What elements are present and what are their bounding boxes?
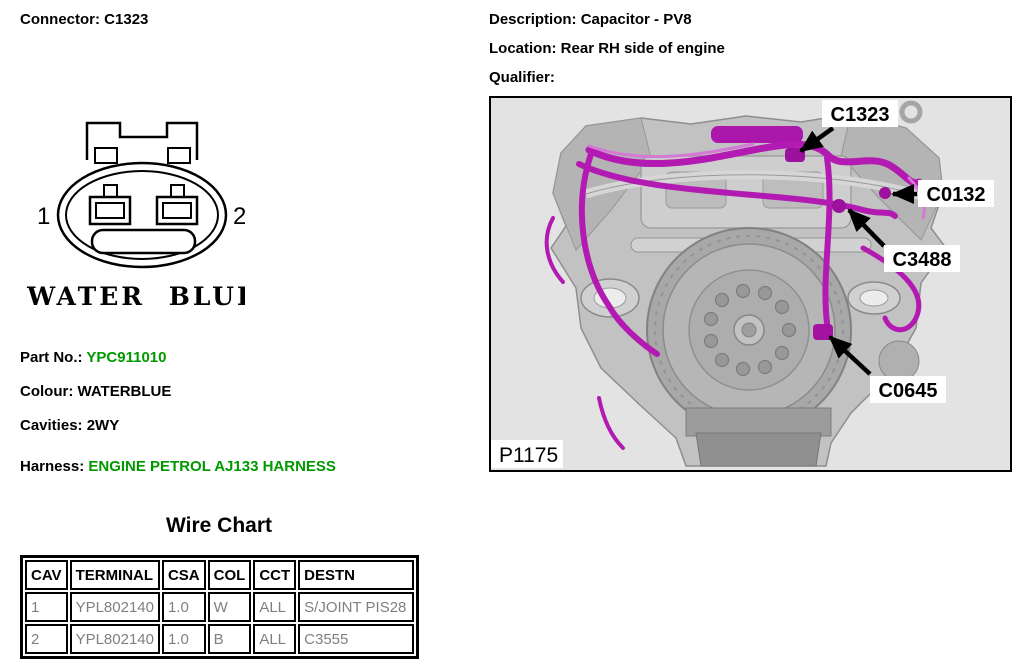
col-header-cav: CAV	[25, 560, 68, 590]
cell-cct: ALL	[253, 624, 296, 654]
cavities-label: Cavities:	[20, 417, 83, 434]
cavities-value: 2WY	[87, 417, 120, 434]
wire-chart-row-1: 1 YPL802140 1.0 W ALL S/JOINT PIS28	[25, 592, 414, 622]
cell-cav: 1	[25, 592, 68, 622]
cell-col: B	[208, 624, 252, 654]
pin-number-2: 2	[233, 203, 245, 230]
colour-label: Colour:	[20, 383, 73, 400]
cell-terminal: YPL802140	[70, 624, 160, 654]
callout-c1323-label: C1323	[831, 104, 890, 126]
col-header-cct: CCT	[253, 560, 296, 590]
connector-value: C1323	[104, 11, 148, 28]
qualifier-label: Qualifier:	[489, 69, 555, 86]
photo-id: P1175	[499, 444, 558, 467]
location-value: Rear RH side of engine	[561, 40, 725, 57]
part-no-line: Part No.: YPC911010	[20, 349, 167, 366]
colour-line: Colour: WATERBLUE	[20, 383, 171, 400]
connector-header: Connector: C1323	[20, 11, 148, 28]
harness-line: Harness: ENGINE PETROL AJ133 HARNESS	[20, 458, 336, 475]
connector-label: Connector:	[20, 11, 100, 28]
cavities-line: Cavities: 2WY	[20, 417, 119, 434]
connector-face-diagram: 1 2 WATER BLUE	[25, 100, 245, 315]
callout-c0132-label: C0132	[927, 184, 986, 206]
callout-c3488-label: C3488	[893, 249, 952, 271]
wire-chart-table: CAV TERMINAL CSA COL CCT DESTN 1 YPL8021…	[20, 555, 419, 659]
cell-terminal: YPL802140	[70, 592, 160, 622]
description-label: Description:	[489, 11, 577, 28]
engine-illustration: C1323 C0132 C3488 C0645 P1175	[491, 98, 1010, 470]
qualifier-line: Qualifier:	[489, 69, 555, 86]
wire-chart-title: Wire Chart	[20, 514, 418, 538]
pin-number-1: 1	[37, 203, 50, 230]
starter-motor	[879, 341, 919, 381]
oil-pan	[686, 408, 831, 466]
col-header-destn: DESTN	[298, 560, 414, 590]
col-header-csa: CSA	[162, 560, 206, 590]
wire-chart-header-row: CAV TERMINAL CSA COL CCT DESTN	[25, 560, 414, 590]
exhaust-flange-right	[848, 282, 900, 314]
cell-csa: 1.0	[162, 592, 206, 622]
cell-col: W	[208, 592, 252, 622]
harness-value: ENGINE PETROL AJ133 HARNESS	[88, 458, 336, 475]
cell-cav: 2	[25, 624, 68, 654]
latch-foot-right	[168, 148, 190, 163]
part-no-value: YPC911010	[86, 349, 166, 366]
housing-color-caption: WATER BLUE	[26, 282, 245, 311]
latch-foot-left	[95, 148, 117, 163]
cell-cct: ALL	[253, 592, 296, 622]
harness-label: Harness:	[20, 458, 84, 475]
col-header-col: COL	[208, 560, 252, 590]
cell-destn: S/JOINT PIS28	[298, 592, 414, 622]
connector-bottom-slot	[92, 230, 195, 253]
engine-location-figure: C1323 C0132 C3488 C0645 P1175	[489, 96, 1012, 472]
cell-destn: C3555	[298, 624, 414, 654]
description-line: Description: Capacitor - PV8	[489, 11, 692, 28]
colour-value: WATERBLUE	[78, 383, 172, 400]
description-value: Capacitor - PV8	[581, 11, 692, 28]
location-label: Location:	[489, 40, 557, 57]
col-header-terminal: TERMINAL	[70, 560, 160, 590]
wire-chart-row-2: 2 YPL802140 1.0 B ALL C3555	[25, 624, 414, 654]
part-no-label: Part No.:	[20, 349, 83, 366]
location-line: Location: Rear RH side of engine	[489, 40, 725, 57]
callout-c0645-label: C0645	[879, 380, 938, 402]
cell-csa: 1.0	[162, 624, 206, 654]
